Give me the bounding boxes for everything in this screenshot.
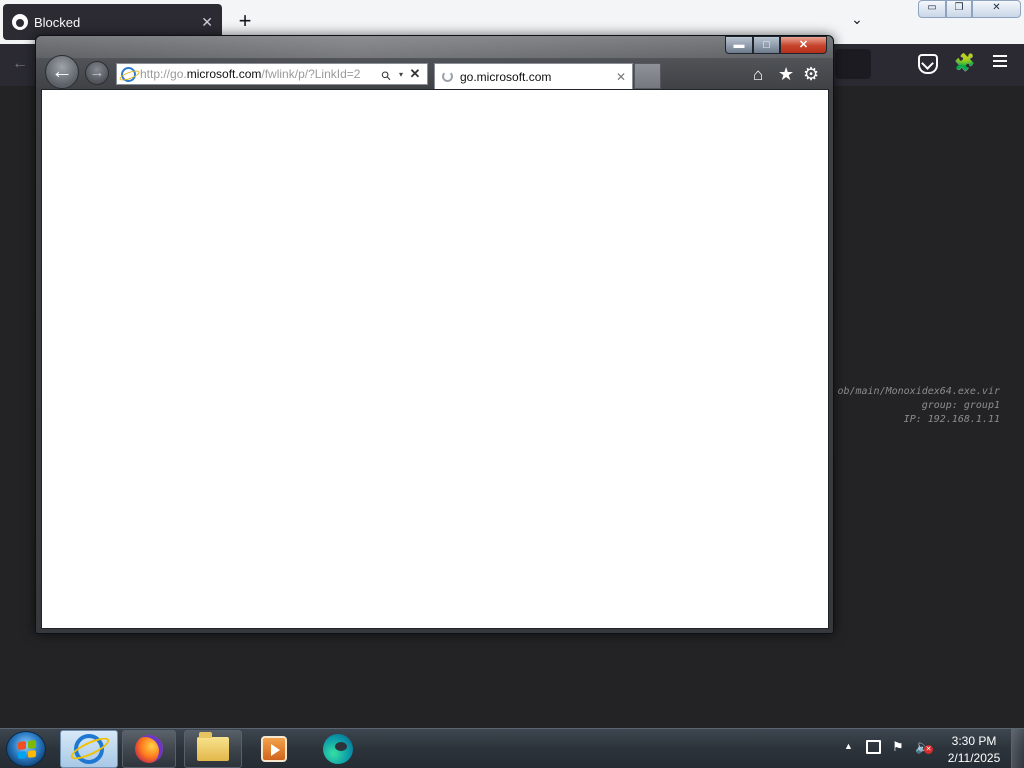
url-suffix: /fwlink/p/?LinkId=2	[261, 67, 361, 81]
taskbar-windows-explorer[interactable]	[184, 730, 242, 768]
firefox-icon	[135, 735, 163, 763]
hamburger-menu-icon[interactable]	[993, 55, 1007, 70]
clock[interactable]: 3:30 PM 2/11/2025	[940, 733, 1008, 767]
url-prefix: http://go.	[140, 67, 187, 81]
github-icon	[12, 14, 28, 30]
stop-icon[interactable]: ✕	[407, 66, 423, 82]
search-icon[interactable]: ⚲	[378, 64, 398, 84]
list-all-tabs-button[interactable]: ⌄	[846, 11, 868, 31]
loading-spinner-icon	[442, 71, 453, 82]
ie-address-bar[interactable]: http://go.microsoft.com/fwlink/p/?LinkId…	[116, 63, 428, 85]
info-line-group: group: group1	[921, 400, 1000, 411]
tools-gear-icon[interactable]: ⚙	[803, 64, 819, 85]
folder-icon	[197, 732, 229, 761]
taskbar-internet-explorer[interactable]	[60, 730, 118, 768]
taskbar-firefox[interactable]	[122, 730, 176, 768]
ie-url-text[interactable]: http://go.microsoft.com/fwlink/p/?LinkId…	[140, 67, 376, 81]
ie-tab-title: go.microsoft.com	[460, 69, 552, 84]
firefox-tab-title: Blocked	[34, 14, 81, 30]
start-button[interactable]	[6, 731, 46, 767]
info-line-path: ob/main/Monoxidex64.exe.vir	[837, 386, 1000, 397]
extensions-icon[interactable]: 🧩	[954, 53, 975, 73]
favorites-star-icon[interactable]: ★	[778, 64, 794, 85]
clock-date: 2/11/2025	[947, 751, 1001, 765]
media-player-icon	[261, 736, 287, 762]
new-tab-button[interactable]: +	[234, 9, 256, 33]
volume-muted-icon[interactable]: 🔈 ✕	[915, 739, 933, 755]
firefox-window-controls: ▭ ❐ ✕	[918, 0, 1021, 18]
network-icon[interactable]	[866, 740, 881, 754]
taskbar-edge[interactable]	[312, 730, 364, 768]
show-desktop-button[interactable]	[1011, 729, 1024, 768]
internet-explorer-window: ▬ □ ✕ ← → http://go.microsoft.com/fwlink…	[35, 35, 834, 634]
ie-new-tab-button[interactable]	[634, 63, 661, 89]
show-hidden-icons-arrow[interactable]: ▲	[844, 741, 853, 751]
restore-button[interactable]: ❐	[946, 0, 972, 18]
ie-caption-buttons: ▬ □ ✕	[725, 36, 829, 56]
tab-close-icon[interactable]: ✕	[201, 14, 213, 31]
url-domain: microsoft.com	[186, 67, 262, 81]
internet-explorer-icon	[74, 734, 104, 764]
ie-forward-button[interactable]: →	[85, 61, 109, 85]
firefox-url-bar[interactable]	[835, 49, 871, 79]
pocket-icon[interactable]	[918, 54, 938, 74]
windows-logo-icon	[18, 740, 36, 759]
action-center-flag-icon[interactable]: ⚑	[892, 739, 904, 755]
ie-tab-active[interactable]: go.microsoft.com ✕	[434, 63, 633, 89]
close-button[interactable]: ✕	[972, 0, 1021, 18]
taskbar-media-player[interactable]	[248, 730, 300, 768]
ie-minimize-button[interactable]: ▬	[725, 36, 753, 54]
ie-tab-close-icon[interactable]: ✕	[616, 70, 626, 84]
home-icon[interactable]: ⌂	[753, 65, 763, 85]
edge-icon	[323, 734, 353, 764]
info-line-ip: IP: 192.168.1.11	[903, 414, 1000, 425]
ie-close-button[interactable]: ✕	[780, 36, 827, 54]
ie-maximize-button[interactable]: □	[753, 36, 780, 54]
back-arrow-icon[interactable]: ←	[12, 55, 28, 73]
ie-page-content[interactable]	[41, 89, 829, 629]
ie-back-button[interactable]: ←	[45, 55, 79, 89]
ie-page-icon	[121, 66, 136, 82]
minimize-button[interactable]: ▭	[918, 0, 946, 18]
clock-time: 3:30 PM	[951, 734, 997, 748]
background-info-text: ob/main/Monoxidex64.exe.vir group: group…	[836, 385, 1000, 427]
